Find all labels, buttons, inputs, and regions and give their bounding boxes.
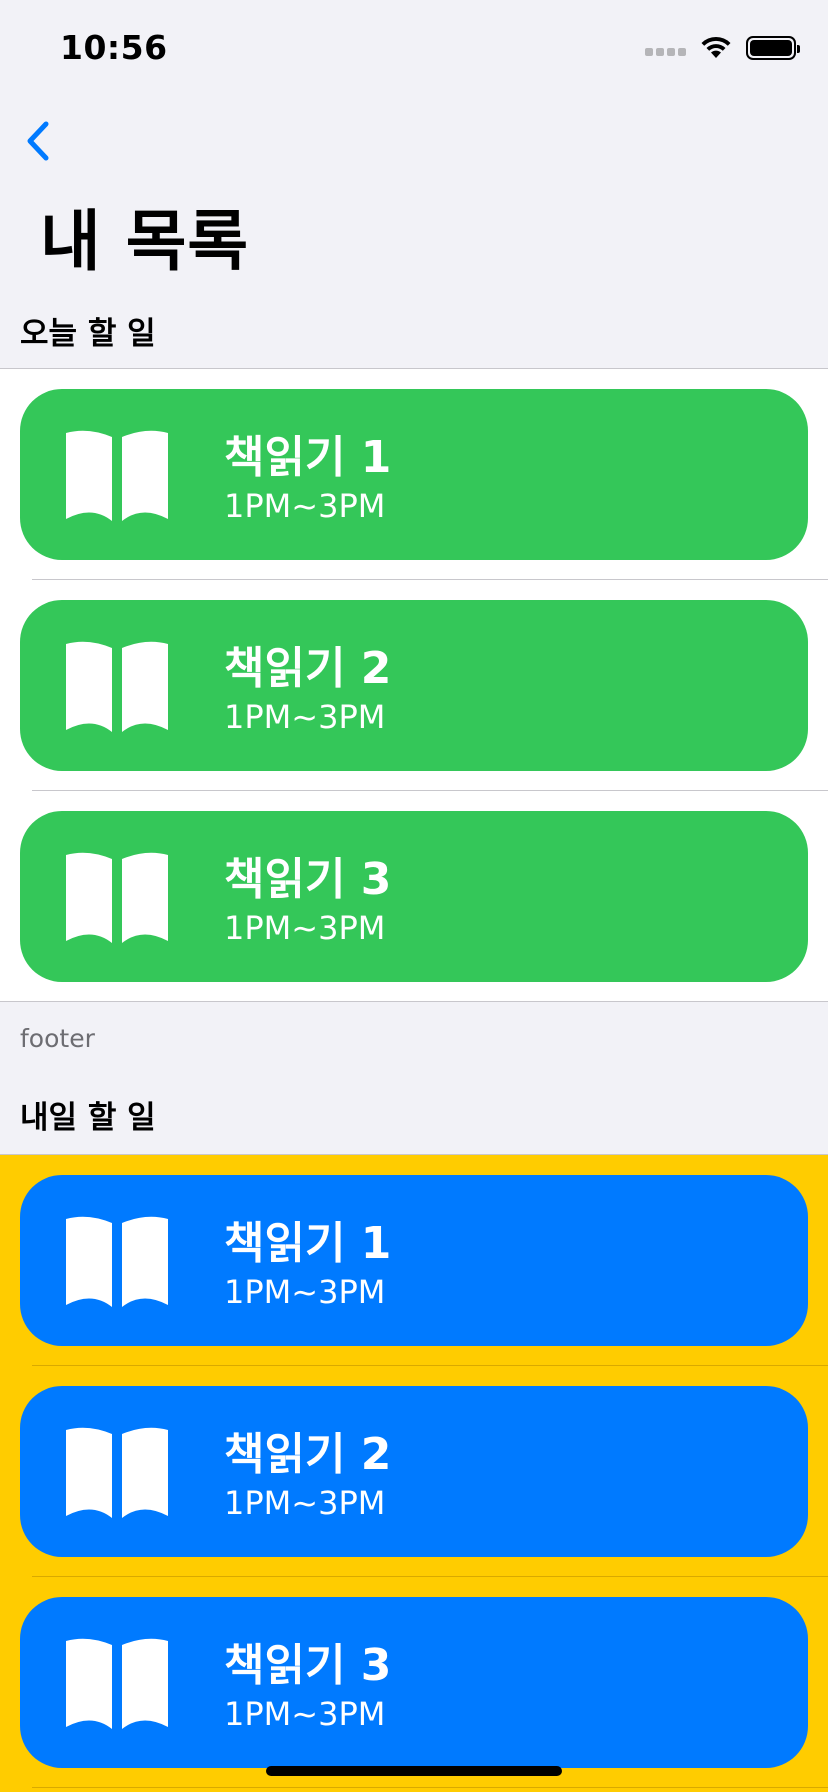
task-title: 책읽기 2	[224, 1429, 392, 1480]
task-time: 1PM~3PM	[224, 1484, 386, 1522]
book-icon	[66, 430, 168, 521]
task-title: 책읽기 1	[224, 432, 392, 483]
task-title: 책읽기 2	[224, 643, 392, 694]
wifi-icon	[701, 36, 731, 58]
section-tomorrow: 책읽기 1 1PM~3PM 책읽기 2 1PM~3PM 책읽기 3 1PM~3P…	[0, 1154, 828, 1792]
book-icon	[66, 1216, 168, 1307]
list-item[interactable]: 책읽기 2 1PM~3PM	[0, 580, 828, 791]
home-indicator[interactable]	[266, 1766, 562, 1776]
cellular-signal-icon	[645, 48, 686, 56]
book-icon	[66, 852, 168, 943]
list-item[interactable]: 책읽기 3 1PM~3PM	[0, 1577, 828, 1788]
section-footer: footer	[20, 1024, 95, 1053]
section-header-today: 오늘 할 일	[20, 316, 156, 352]
back-chevron-icon[interactable]	[20, 116, 60, 166]
list-item[interactable]: 책읽기 3 1PM~3PM	[0, 791, 828, 1002]
task-card[interactable]: 책읽기 1 1PM~3PM	[20, 1175, 808, 1346]
task-card[interactable]: 책읽기 3 1PM~3PM	[20, 1597, 808, 1768]
book-icon	[66, 1638, 168, 1729]
task-card[interactable]: 책읽기 1 1PM~3PM	[20, 389, 808, 560]
row-separator	[32, 1787, 828, 1788]
task-time: 1PM~3PM	[224, 487, 386, 525]
task-card[interactable]: 책읽기 2 1PM~3PM	[20, 1386, 808, 1557]
page-title: 내 목록	[40, 203, 250, 280]
section-header-tomorrow: 내일 할 일	[20, 1100, 156, 1136]
status-bar: 10:56	[0, 0, 828, 100]
list-item[interactable]: 책읽기 1 1PM~3PM	[0, 1155, 828, 1366]
book-icon	[66, 641, 168, 732]
book-icon	[66, 1427, 168, 1518]
task-card[interactable]: 책읽기 2 1PM~3PM	[20, 600, 808, 771]
list-item[interactable]: 책읽기 2 1PM~3PM	[0, 1366, 828, 1577]
battery-icon	[746, 36, 800, 60]
task-title: 책읽기 3	[224, 854, 392, 905]
task-card[interactable]: 책읽기 3 1PM~3PM	[20, 811, 808, 982]
section-today: 책읽기 1 1PM~3PM 책읽기 2 1PM~3PM 책읽기 3 1PM~3P…	[0, 368, 828, 1002]
task-time: 1PM~3PM	[224, 1695, 386, 1733]
status-icons	[645, 36, 800, 60]
task-time: 1PM~3PM	[224, 909, 386, 947]
task-time: 1PM~3PM	[224, 698, 386, 736]
task-title: 책읽기 1	[224, 1218, 392, 1269]
task-title: 책읽기 3	[224, 1640, 392, 1691]
task-time: 1PM~3PM	[224, 1273, 386, 1311]
status-time: 10:56	[60, 28, 168, 67]
list-item[interactable]: 책읽기 1 1PM~3PM	[0, 369, 828, 580]
